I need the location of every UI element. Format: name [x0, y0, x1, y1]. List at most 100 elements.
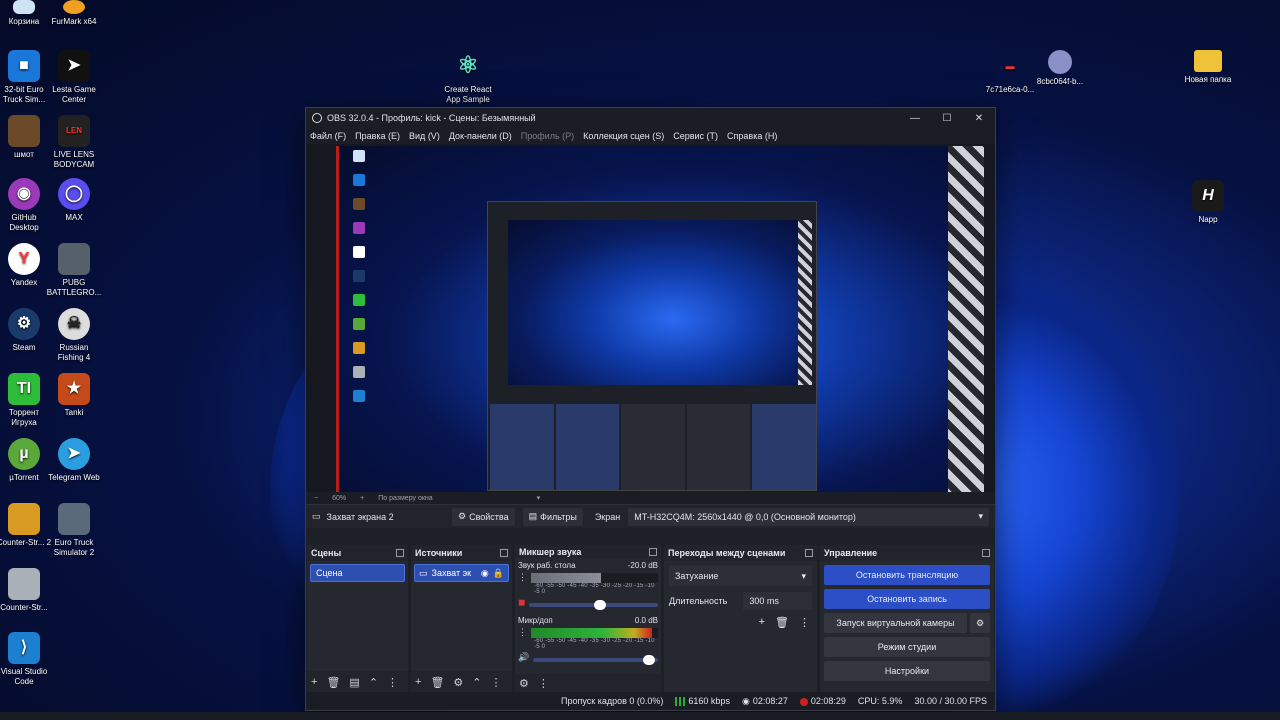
- zoom-out-icon[interactable]: −: [314, 495, 318, 502]
- studio-mode-button[interactable]: Режим студии: [824, 637, 990, 657]
- meter-scale: -60 -55 -50 -45 -40 -35 -30 -25 -20 -15 …: [534, 583, 655, 596]
- desktop-icon-torrent-igruha[interactable]: TI Торрент Игруха: [0, 373, 52, 428]
- mute-icon[interactable]: ◼: [518, 597, 525, 608]
- eye-icon[interactable]: ◉: [481, 568, 489, 579]
- signal-icon: [675, 697, 686, 707]
- lock-icon[interactable]: 🔒: [493, 568, 504, 579]
- sources-title: Источники: [415, 548, 463, 558]
- stop-record-button[interactable]: Остановить запись: [824, 589, 990, 609]
- yandex-icon: Y: [8, 243, 40, 275]
- desktop-icon-utorrent[interactable]: µ µTorrent: [0, 438, 52, 483]
- undock-icon[interactable]: [982, 549, 990, 557]
- desktop-icon-russian-fishing[interactable]: ☠ Russian Fishing 4: [46, 308, 102, 363]
- add-icon[interactable]: +: [415, 676, 421, 688]
- menu-docks[interactable]: Док-панели (D): [449, 131, 512, 141]
- menu-help[interactable]: Справка (H): [727, 131, 777, 141]
- gear-icon[interactable]: ⚙: [453, 676, 463, 689]
- move-up-icon[interactable]: ⌃: [369, 676, 378, 689]
- desktop-icon-tanki[interactable]: ★ Tanki: [46, 373, 102, 418]
- desktop-icon-github[interactable]: ◉ GitHub Desktop: [0, 178, 52, 233]
- desktop-icon-max[interactable]: ◯ MAX: [46, 178, 102, 223]
- chevron-down-icon[interactable]: ▾: [537, 494, 541, 502]
- virtual-camera-settings-button[interactable]: ⚙: [970, 613, 990, 633]
- file-icon: ▬: [1005, 61, 1015, 71]
- undock-icon[interactable]: [649, 547, 657, 556]
- preview-area[interactable]: − 60% + По размеру окна ▾: [306, 144, 995, 504]
- desktop-icon-live-lens[interactable]: LEN LIVE LENS BODYCAM: [46, 115, 102, 170]
- trash-icon[interactable]: 🗑: [775, 616, 789, 629]
- recycle-bin-icon: [13, 0, 35, 14]
- desktop-icon-furmark[interactable]: FurMark x64: [46, 0, 102, 27]
- speaker-icon[interactable]: 🔊: [518, 652, 529, 663]
- filters-icon[interactable]: ▤: [349, 676, 359, 689]
- obs-titlebar[interactable]: OBS 32.0.4 - Профиль: kick - Сцены: Безы…: [306, 108, 995, 128]
- desktop-icon-file-7c71[interactable]: ▬ 7c71e6ca-0...: [982, 50, 1038, 95]
- menu-profile[interactable]: Профиль (P): [521, 131, 574, 141]
- desktop-icon-folder-shmot[interactable]: шмот: [0, 115, 52, 160]
- menu-scene-collection[interactable]: Коллекция сцен (S): [583, 131, 664, 141]
- more-icon[interactable]: ⋮: [538, 677, 549, 690]
- undock-icon[interactable]: [500, 549, 508, 557]
- properties-button[interactable]: ⚙ Свойства: [452, 507, 515, 526]
- source-item[interactable]: ▭ Захват эк ◉ 🔒: [414, 564, 509, 582]
- desktop-icon-counter-strike[interactable]: Counter-Str...: [0, 568, 52, 613]
- maximize-icon[interactable]: ☐: [931, 113, 963, 124]
- move-up-icon[interactable]: ⌃: [472, 676, 481, 689]
- napp-icon: H: [1192, 180, 1224, 212]
- duration-input[interactable]: 300 ms: [743, 592, 812, 610]
- desktop-icon-file-8cbc[interactable]: 8cbc064f-b...: [1032, 50, 1088, 87]
- screen-select[interactable]: MT-H32CQ4M: 2560x1440 @ 0,0 (Основной мо…: [628, 507, 989, 526]
- trash-icon[interactable]: 🗑: [326, 676, 340, 689]
- desktop-icon-lesta[interactable]: ➤ Lesta Game Center: [46, 50, 102, 105]
- add-icon[interactable]: +: [759, 616, 765, 629]
- sources-dock: Источники ▭ Захват эк ◉ 🔒 + 🗑 ⚙ ⌃ ⋮: [411, 545, 512, 693]
- zoom-in-icon[interactable]: +: [360, 495, 364, 502]
- desktop-icon-pubg[interactable]: PUBG BATTLEGRO...: [46, 243, 102, 298]
- desktop-icon-steam[interactable]: ⚙ Steam: [0, 308, 52, 353]
- more-icon[interactable]: ⋮: [387, 676, 398, 689]
- menu-edit[interactable]: Правка (E): [355, 131, 400, 141]
- menu-tools[interactable]: Сервис (T): [673, 131, 718, 141]
- volume-slider[interactable]: [533, 654, 658, 665]
- more-icon[interactable]: ⋮: [518, 627, 527, 638]
- filters-button[interactable]: ▤ Фильтры: [522, 507, 583, 526]
- add-icon[interactable]: +: [311, 676, 317, 688]
- more-icon[interactable]: ⋮: [491, 676, 502, 689]
- desktop-icon-recycle-bin[interactable]: Корзина: [0, 0, 52, 27]
- menu-file[interactable]: Файл (F): [310, 131, 346, 141]
- chevron-down-icon: ▾: [801, 570, 806, 581]
- more-icon[interactable]: ⋮: [799, 616, 810, 629]
- trash-icon[interactable]: 🗑: [430, 676, 444, 689]
- gear-icon[interactable]: ⚙: [519, 677, 529, 690]
- close-icon[interactable]: ✕: [963, 113, 995, 124]
- scene-item[interactable]: Сцена: [310, 564, 405, 582]
- desktop-icon-napp[interactable]: H Napp: [1180, 180, 1236, 225]
- desktop-icon-yandex[interactable]: Y Yandex: [0, 243, 52, 288]
- desktop-icon-create-react-app[interactable]: ⚛ Create React App Sample: [440, 50, 496, 105]
- preview-bar: − 60% + По размеру окна ▾: [306, 492, 995, 504]
- menu-view[interactable]: Вид (V): [409, 131, 440, 141]
- desktop-icon-ets2[interactable]: Euro Truck Simulator 2: [46, 503, 102, 558]
- fit-select[interactable]: По размеру окна: [378, 495, 432, 502]
- screen-label: Экран: [594, 511, 621, 522]
- undock-icon[interactable]: [805, 549, 813, 557]
- volume-slider[interactable]: [529, 599, 658, 610]
- furmark-icon: [63, 0, 85, 14]
- volume-slider-knob[interactable]: [593, 599, 606, 610]
- obs-window: OBS 32.0.4 - Профиль: kick - Сцены: Безы…: [305, 107, 996, 711]
- desktop-icon-new-folder[interactable]: Новая папка: [1180, 50, 1236, 85]
- settings-button[interactable]: Настройки: [824, 661, 990, 681]
- desktop-icon-vscode[interactable]: ⟩ Visual Studio Code: [0, 632, 52, 687]
- desktop-icon-cs2[interactable]: Counter-Str... 2: [0, 503, 52, 548]
- desktop-icon-ets-32bit[interactable]: ■ 32-bit Euro Truck Sim...: [0, 50, 52, 105]
- preview-desktop-icons: [345, 150, 395, 414]
- transition-select[interactable]: Затухание ▾: [669, 566, 812, 586]
- fps: 30.00 / 30.00 FPS: [914, 696, 987, 706]
- more-icon[interactable]: ⋮: [518, 572, 527, 583]
- minimize-icon[interactable]: —: [899, 113, 931, 124]
- desktop-icon-telegram[interactable]: ➤ Telegram Web: [46, 438, 102, 483]
- undock-icon[interactable]: [396, 549, 404, 557]
- volume-slider-knob[interactable]: [643, 654, 656, 665]
- virtual-camera-button[interactable]: Запуск виртуальной камеры: [824, 613, 967, 633]
- stop-stream-button[interactable]: Остановить трансляцию: [824, 565, 990, 585]
